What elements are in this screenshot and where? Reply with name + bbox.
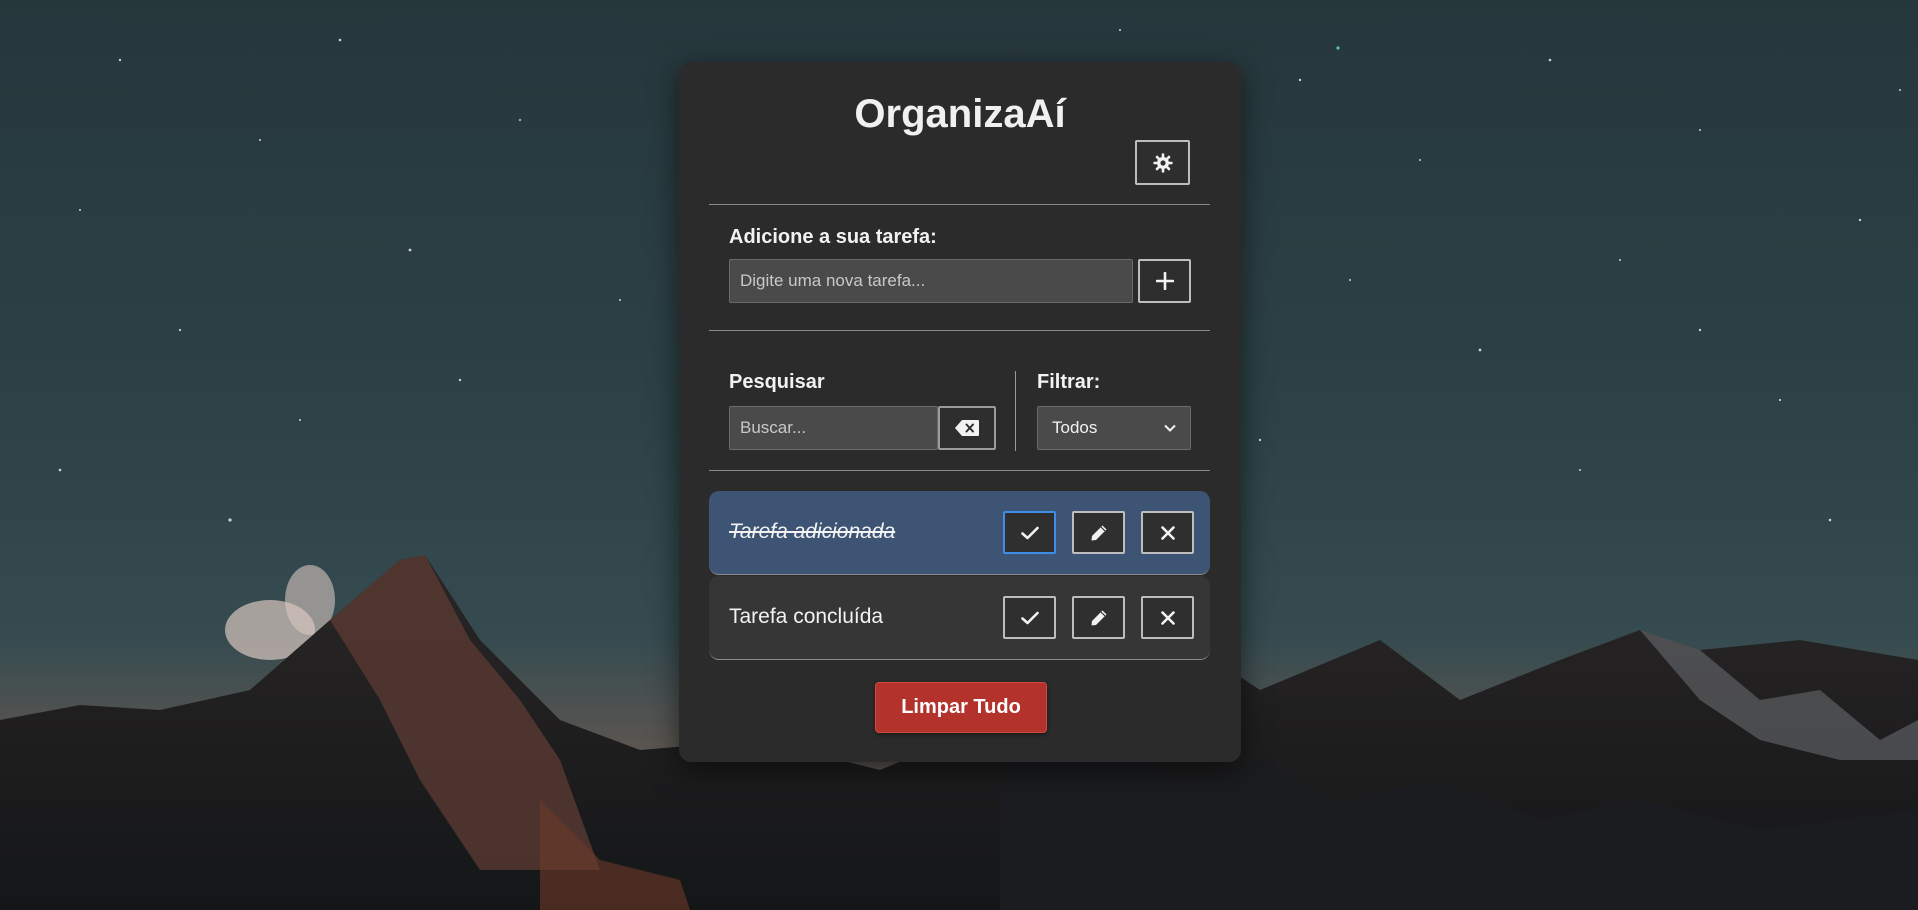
edit-task-button[interactable] — [1072, 511, 1125, 554]
complete-task-button[interactable] — [1003, 511, 1056, 554]
divider — [709, 204, 1210, 205]
backspace-icon — [955, 420, 979, 436]
task-item: Tarefa concluída — [709, 576, 1210, 660]
pencil-icon — [1091, 525, 1106, 540]
gear-icon — [1152, 152, 1173, 173]
filter-select[interactable]: Todos — [1037, 406, 1191, 450]
theme-toggle-button[interactable] — [1135, 140, 1190, 185]
check-icon — [1020, 526, 1039, 539]
add-task-button[interactable] — [1138, 259, 1191, 303]
complete-task-button[interactable] — [1003, 596, 1056, 639]
task-text: Tarefa concluída — [729, 605, 884, 628]
task-item: Tarefa adicionada — [709, 491, 1210, 575]
divider — [709, 330, 1210, 331]
delete-task-button[interactable] — [1141, 511, 1194, 554]
pencil-icon — [1091, 610, 1106, 625]
todo-card: OrganizaAí Adicione a sua tarefa: P — [679, 62, 1241, 762]
clear-all-button[interactable]: Limpar Tudo — [875, 682, 1047, 733]
delete-task-button[interactable] — [1141, 596, 1194, 639]
clear-search-button[interactable] — [938, 406, 996, 450]
task-text: Tarefa adicionada — [729, 520, 896, 543]
divider — [709, 470, 1210, 471]
app-title: OrganizaAí — [854, 92, 1066, 136]
vertical-separator — [1015, 371, 1016, 451]
check-icon — [1020, 611, 1039, 624]
chevron-down-icon — [1164, 424, 1176, 432]
filter-label: Filtrar: — [1037, 371, 1101, 393]
filter-selected-value: Todos — [1052, 418, 1098, 437]
close-icon — [1160, 525, 1175, 540]
add-task-label: Adicione a sua tarefa: — [729, 226, 937, 248]
search-label: Pesquisar — [729, 371, 825, 393]
search-input[interactable] — [729, 406, 938, 450]
plus-icon — [1155, 272, 1174, 290]
edit-task-button[interactable] — [1072, 596, 1125, 639]
new-task-input[interactable] — [729, 259, 1133, 303]
close-icon — [1160, 610, 1175, 625]
